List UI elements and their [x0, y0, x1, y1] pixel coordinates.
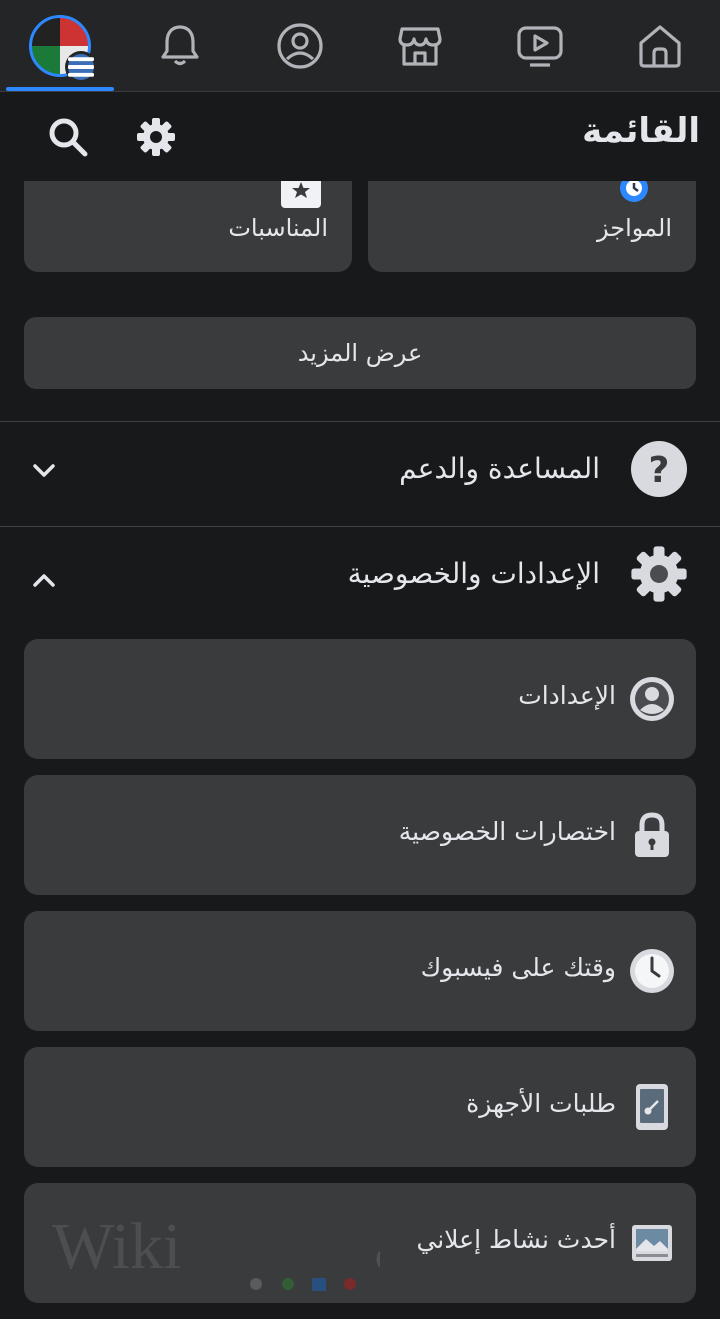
card-label: أحدث نشاط إعلاني	[416, 1225, 616, 1254]
section-label: الإعدادات والخصوصية	[347, 557, 600, 590]
chevron-down-icon	[33, 464, 55, 477]
question-icon: ?	[630, 440, 688, 498]
gear-icon	[137, 118, 175, 156]
page-title: القائمة	[582, 111, 700, 151]
your-time-item[interactable]: وقتك على فيسبوك	[24, 911, 696, 1031]
menu-header: القائمة	[0, 93, 720, 181]
search-icon	[49, 118, 88, 157]
profile-tab[interactable]	[240, 0, 360, 92]
profile-icon	[277, 23, 323, 69]
svg-text:?: ?	[649, 450, 670, 491]
menu-badge-icon	[65, 51, 97, 83]
gear-icon	[630, 545, 688, 603]
device-requests-item[interactable]: طلبات الأجهزة	[24, 1047, 696, 1167]
ad-activity-item[interactable]: أحدث نشاط إعلاني	[24, 1183, 696, 1303]
card-label: الإعدادات	[518, 681, 616, 710]
home-tab[interactable]	[600, 0, 720, 92]
card-label: وقتك على فيسبوك	[420, 953, 616, 982]
marketplace-tab[interactable]	[360, 0, 480, 92]
settings-button[interactable]	[132, 113, 180, 161]
events-icon	[280, 176, 322, 212]
profile-icon	[628, 675, 676, 723]
shortcut-label: المناسبات	[228, 214, 328, 242]
clock-icon	[628, 947, 676, 995]
search-button[interactable]	[44, 113, 92, 161]
home-icon	[639, 25, 681, 68]
section-label: المساعدة والدعم	[399, 452, 600, 485]
menu-tab[interactable]	[0, 0, 120, 92]
lock-icon	[628, 811, 676, 859]
device-request-icon	[628, 1083, 676, 1131]
notifications-tab[interactable]	[120, 0, 240, 92]
marketplace-icon	[398, 27, 442, 66]
chevron-up-icon	[33, 574, 55, 587]
active-tab-indicator	[6, 87, 114, 91]
see-more-button[interactable]: عرض المزيد	[24, 317, 696, 389]
feeds-icon	[612, 174, 656, 210]
ad-activity-icon	[628, 1219, 676, 1267]
card-label: اختصارات الخصوصية	[398, 817, 616, 846]
settings-privacy-section[interactable]: الإعدادات والخصوصية	[0, 527, 720, 631]
top-nav	[0, 0, 720, 92]
privacy-shortcuts-item[interactable]: اختصارات الخصوصية	[24, 775, 696, 895]
bell-icon	[161, 25, 199, 66]
video-icon	[517, 26, 563, 67]
settings-item[interactable]: الإعدادات	[24, 639, 696, 759]
help-support-section[interactable]: ? المساعدة والدعم	[0, 422, 720, 526]
shortcut-label: المواجز	[597, 214, 672, 242]
card-label: طلبات الأجهزة	[466, 1089, 616, 1118]
video-tab[interactable]	[480, 0, 600, 92]
